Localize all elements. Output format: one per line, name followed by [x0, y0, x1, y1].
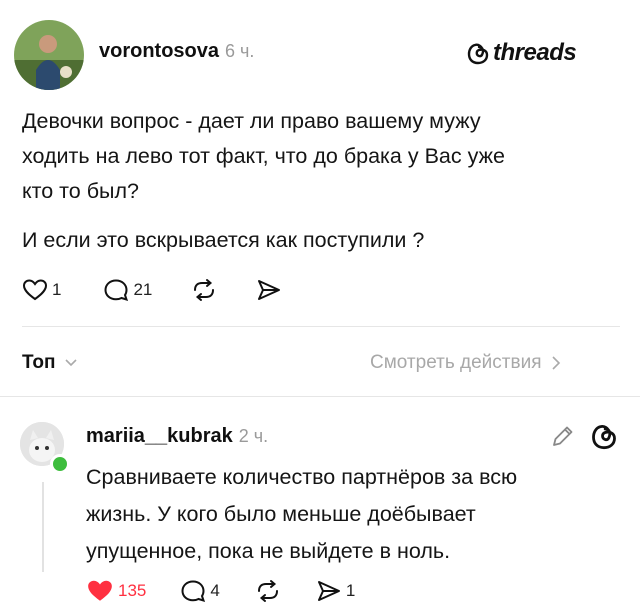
reply-reply-button[interactable]: 4	[180, 579, 220, 603]
view-activity-label: Смотреть действия	[370, 352, 542, 373]
reply-button[interactable]: 21	[103, 278, 152, 302]
online-status-dot	[50, 454, 70, 474]
comment-icon	[104, 279, 129, 302]
share-button[interactable]	[256, 278, 282, 302]
reply-text: Сравниваете количество партнёров за всю …	[86, 459, 626, 570]
reply-share-button[interactable]: 1	[316, 579, 355, 603]
repost-button[interactable]	[190, 278, 218, 302]
author-avatar[interactable]	[14, 20, 84, 90]
reply-tools	[550, 422, 618, 450]
thread-line	[42, 482, 44, 572]
reply-actions: 135 4 1	[86, 578, 355, 604]
reply-line: Сравниваете количество партнёров за всю	[86, 465, 518, 489]
section-divider	[22, 326, 620, 327]
reply-like-count: 135	[118, 581, 147, 600]
send-icon	[258, 280, 281, 300]
reply-share-count: 1	[345, 581, 356, 600]
threads-badge-icon	[592, 424, 616, 450]
post-line: кто то был?	[22, 179, 139, 203]
like-count: 1	[52, 280, 62, 299]
reply-line: упущенное, пока не выйдете в ноль.	[86, 539, 451, 563]
reply-repost-button[interactable]	[254, 579, 282, 603]
reply-like-button[interactable]: 135	[86, 578, 146, 604]
repost-icon	[257, 580, 278, 602]
like-button[interactable]: 1	[22, 278, 61, 302]
chevron-down-icon	[64, 359, 77, 367]
post-time: 6 ч.	[225, 41, 255, 61]
post-actions: 1 21	[22, 278, 282, 302]
threads-wordmark: threads	[493, 39, 577, 66]
threads-logo: threads	[467, 39, 577, 67]
reply-line: жизнь. У кого было меньше доёбывает	[86, 502, 476, 526]
reply-author-name[interactable]: mariia__kubrak	[86, 425, 233, 447]
pencil-icon[interactable]	[550, 423, 576, 449]
post-line: Девочки вопрос - дает ли право вашему му…	[22, 109, 481, 133]
heart-filled-icon	[88, 580, 112, 601]
chevron-right-icon	[552, 356, 561, 370]
view-activity-link[interactable]: Смотреть действия	[370, 352, 561, 374]
post-author-row: vorontosova 6 ч.	[99, 40, 254, 63]
reply-count: 21	[133, 280, 153, 299]
threads-icon	[467, 43, 489, 65]
post-line: И если это вскрывается как поступили ?	[22, 228, 425, 252]
heart-icon	[22, 279, 48, 301]
comment-icon	[181, 580, 206, 603]
sort-dropdown[interactable]: Топ	[22, 352, 78, 374]
repost-icon	[194, 279, 215, 301]
section-divider	[0, 396, 640, 397]
post-text: Девочки вопрос - дает ли право вашему му…	[22, 104, 622, 258]
post-author-name[interactable]: vorontosova	[99, 40, 219, 62]
reply-time: 2 ч.	[238, 426, 269, 446]
sort-label: Топ	[22, 352, 56, 373]
post-line: ходить на лево тот факт, что до брака у …	[22, 144, 505, 168]
send-icon	[317, 581, 340, 601]
reply-reply-count: 4	[210, 581, 220, 600]
reply-author-row: mariia__kubrak 2 ч.	[86, 425, 268, 448]
